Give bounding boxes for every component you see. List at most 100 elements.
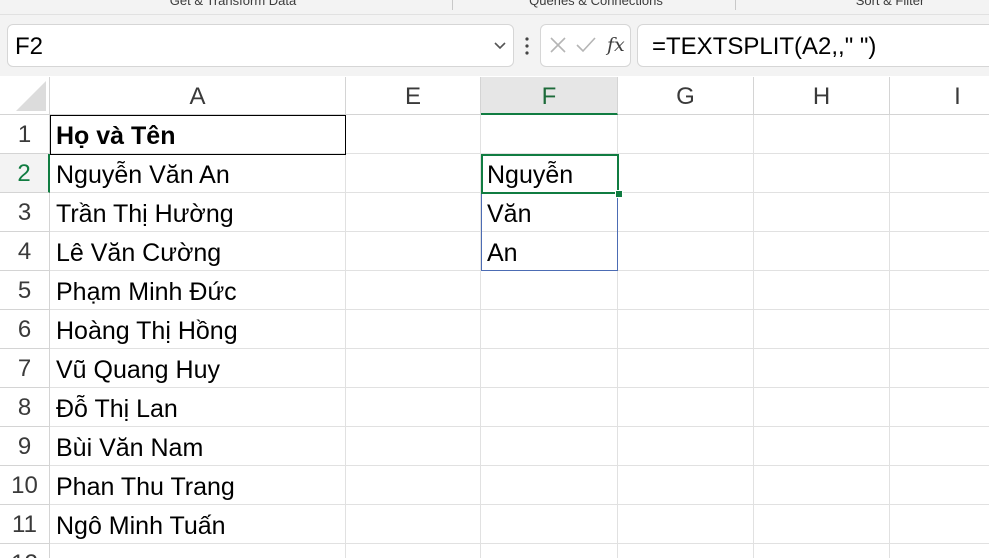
cell-g5[interactable] (618, 271, 754, 310)
cancel-icon[interactable] (549, 36, 567, 54)
cell-e11[interactable] (346, 505, 481, 544)
cell-g3[interactable] (618, 193, 754, 232)
chevron-down-icon[interactable] (493, 38, 507, 52)
cell-h8[interactable] (754, 388, 890, 427)
cell-g6[interactable] (618, 310, 754, 349)
cell-h3[interactable] (754, 193, 890, 232)
cell-i4[interactable] (890, 232, 989, 271)
cell-f6[interactable] (481, 310, 618, 349)
cell-e7[interactable] (346, 349, 481, 388)
cell-h5[interactable] (754, 271, 890, 310)
cell-a12[interactable] (50, 544, 346, 558)
select-all-button[interactable] (0, 77, 50, 115)
cell-a8[interactable]: Đỗ Thị Lan (50, 388, 346, 427)
cell-e10[interactable] (346, 466, 481, 505)
cell-h1[interactable] (754, 115, 890, 154)
row-header-3[interactable]: 3 (0, 193, 50, 232)
cell-i5[interactable] (890, 271, 989, 310)
cell-i12[interactable] (890, 544, 989, 558)
enter-check-icon[interactable] (575, 36, 597, 54)
cell-i3[interactable] (890, 193, 989, 232)
cell-g7[interactable] (618, 349, 754, 388)
cell-f5[interactable] (481, 271, 618, 310)
cell-a5[interactable]: Phạm Minh Đức (50, 271, 346, 310)
cell-a9[interactable]: Bùi Văn Nam (50, 427, 346, 466)
more-options-icon[interactable] (523, 36, 531, 56)
cell-e4[interactable] (346, 232, 481, 271)
cell-g12[interactable] (618, 544, 754, 558)
row-header-9[interactable]: 9 (0, 427, 50, 466)
cell-a11[interactable]: Ngô Minh Tuấn (50, 505, 346, 544)
column-header-a[interactable]: A (50, 77, 346, 115)
cell-h10[interactable] (754, 466, 890, 505)
cell-a1[interactable]: Họ và Tên (50, 115, 346, 154)
cell-g9[interactable] (618, 427, 754, 466)
cell-i2[interactable] (890, 154, 989, 193)
cell-h12[interactable] (754, 544, 890, 558)
cell-e6[interactable] (346, 310, 481, 349)
column-header-i[interactable]: I (890, 77, 989, 115)
cell-g1[interactable] (618, 115, 754, 154)
column-header-e[interactable]: E (346, 77, 481, 115)
cell-a6[interactable]: Hoàng Thị Hồng (50, 310, 346, 349)
cell-i10[interactable] (890, 466, 989, 505)
cell-a2[interactable]: Nguyễn Văn An (50, 154, 346, 193)
ribbon-separator (452, 0, 453, 10)
formula-input[interactable]: =TEXTSPLIT(A2,," ") (637, 24, 989, 67)
cell-e8[interactable] (346, 388, 481, 427)
cell-h2[interactable] (754, 154, 890, 193)
row-header-5[interactable]: 5 (0, 271, 50, 310)
cell-g2[interactable] (618, 154, 754, 193)
cell-i11[interactable] (890, 505, 989, 544)
cell-e1[interactable] (346, 115, 481, 154)
column-header-h[interactable]: H (754, 77, 890, 115)
cell-a7[interactable]: Vũ Quang Huy (50, 349, 346, 388)
cell-h9[interactable] (754, 427, 890, 466)
cell-h7[interactable] (754, 349, 890, 388)
cell-g10[interactable] (618, 466, 754, 505)
cell-f1[interactable] (481, 115, 618, 154)
cell-e9[interactable] (346, 427, 481, 466)
cell-a10[interactable]: Phan Thu Trang (50, 466, 346, 505)
row-header-11[interactable]: 11 (0, 505, 50, 544)
cell-f12[interactable] (481, 544, 618, 558)
cell-a3[interactable]: Trần Thị Hường (50, 193, 346, 232)
row-header-2[interactable]: 2 (0, 154, 50, 193)
cell-i6[interactable] (890, 310, 989, 349)
cell-g4[interactable] (618, 232, 754, 271)
cell-f9[interactable] (481, 427, 618, 466)
cell-f7[interactable] (481, 349, 618, 388)
row-header-8[interactable]: 8 (0, 388, 50, 427)
cell-f8[interactable] (481, 388, 618, 427)
column-header-f[interactable]: F (481, 77, 618, 115)
cell-h4[interactable] (754, 232, 890, 271)
row-header-4[interactable]: 4 (0, 232, 50, 271)
cell-e12[interactable] (346, 544, 481, 558)
cell-f2[interactable]: Nguyễn (481, 154, 618, 193)
cell-f4[interactable]: An (481, 232, 618, 271)
cell-i8[interactable] (890, 388, 989, 427)
fill-handle[interactable] (615, 190, 623, 198)
row-header-10[interactable]: 10 (0, 466, 50, 505)
row-header-7[interactable]: 7 (0, 349, 50, 388)
cell-e2[interactable] (346, 154, 481, 193)
cell-f3[interactable]: Văn (481, 193, 618, 232)
cell-g11[interactable] (618, 505, 754, 544)
cell-i9[interactable] (890, 427, 989, 466)
row-header-12[interactable]: 12 (0, 544, 50, 558)
cell-g8[interactable] (618, 388, 754, 427)
cell-h6[interactable] (754, 310, 890, 349)
row-header-1[interactable]: 1 (0, 115, 50, 154)
cell-e5[interactable] (346, 271, 481, 310)
cell-f11[interactable] (481, 505, 618, 544)
cell-a4[interactable]: Lê Văn Cường (50, 232, 346, 271)
insert-function-icon[interactable]: fx (607, 34, 625, 56)
cell-i1[interactable] (890, 115, 989, 154)
cell-f10[interactable] (481, 466, 618, 505)
row-header-6[interactable]: 6 (0, 310, 50, 349)
name-box[interactable]: F2 (7, 24, 514, 67)
column-header-g[interactable]: G (618, 77, 754, 115)
cell-i7[interactable] (890, 349, 989, 388)
cell-e3[interactable] (346, 193, 481, 232)
cell-h11[interactable] (754, 505, 890, 544)
